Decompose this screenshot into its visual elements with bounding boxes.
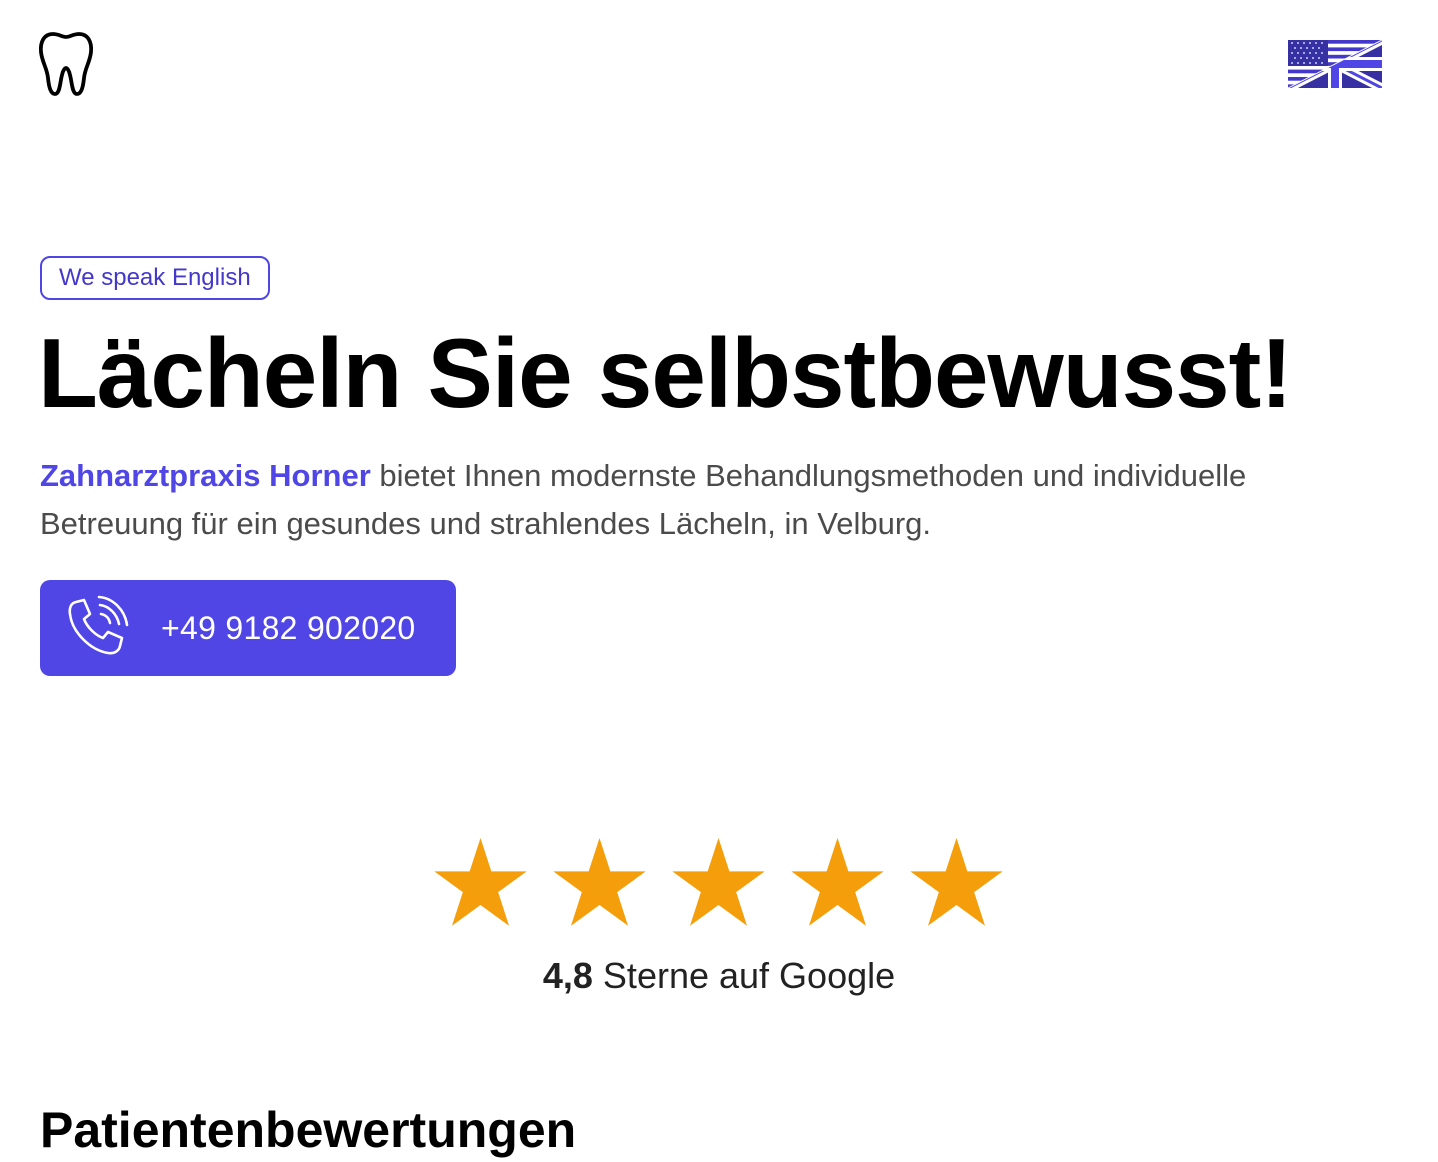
page-title: Lächeln Sie selbstbewusst!	[38, 318, 1293, 428]
phone-number: +49 9182 902020	[161, 609, 416, 646]
star-icon	[672, 837, 765, 926]
practice-name: Zahnarztpraxis Horner	[40, 458, 371, 493]
hero-description: Zahnarztpraxis Horner bietet Ihnen moder…	[40, 452, 1390, 548]
reviews-title: Patientenbewertungen	[40, 1102, 577, 1158]
rating-value: 4,8	[542, 955, 593, 996]
call-button[interactable]: +49 9182 902020	[40, 580, 456, 676]
rating-label: Sterne auf Google	[592, 955, 896, 996]
star-rating	[432, 836, 1006, 934]
star-icon	[553, 837, 646, 926]
language-badge: We speak English	[40, 256, 270, 300]
google-rating: 4,8 Sterne auf Google	[0, 950, 1438, 1002]
phone-ringing-icon	[68, 595, 129, 655]
tooth-icon[interactable]	[38, 30, 94, 98]
star-icon	[910, 837, 1003, 926]
star-icon	[434, 837, 527, 926]
us-uk-flag-icon[interactable]	[1288, 40, 1382, 88]
star-icon	[791, 837, 884, 926]
